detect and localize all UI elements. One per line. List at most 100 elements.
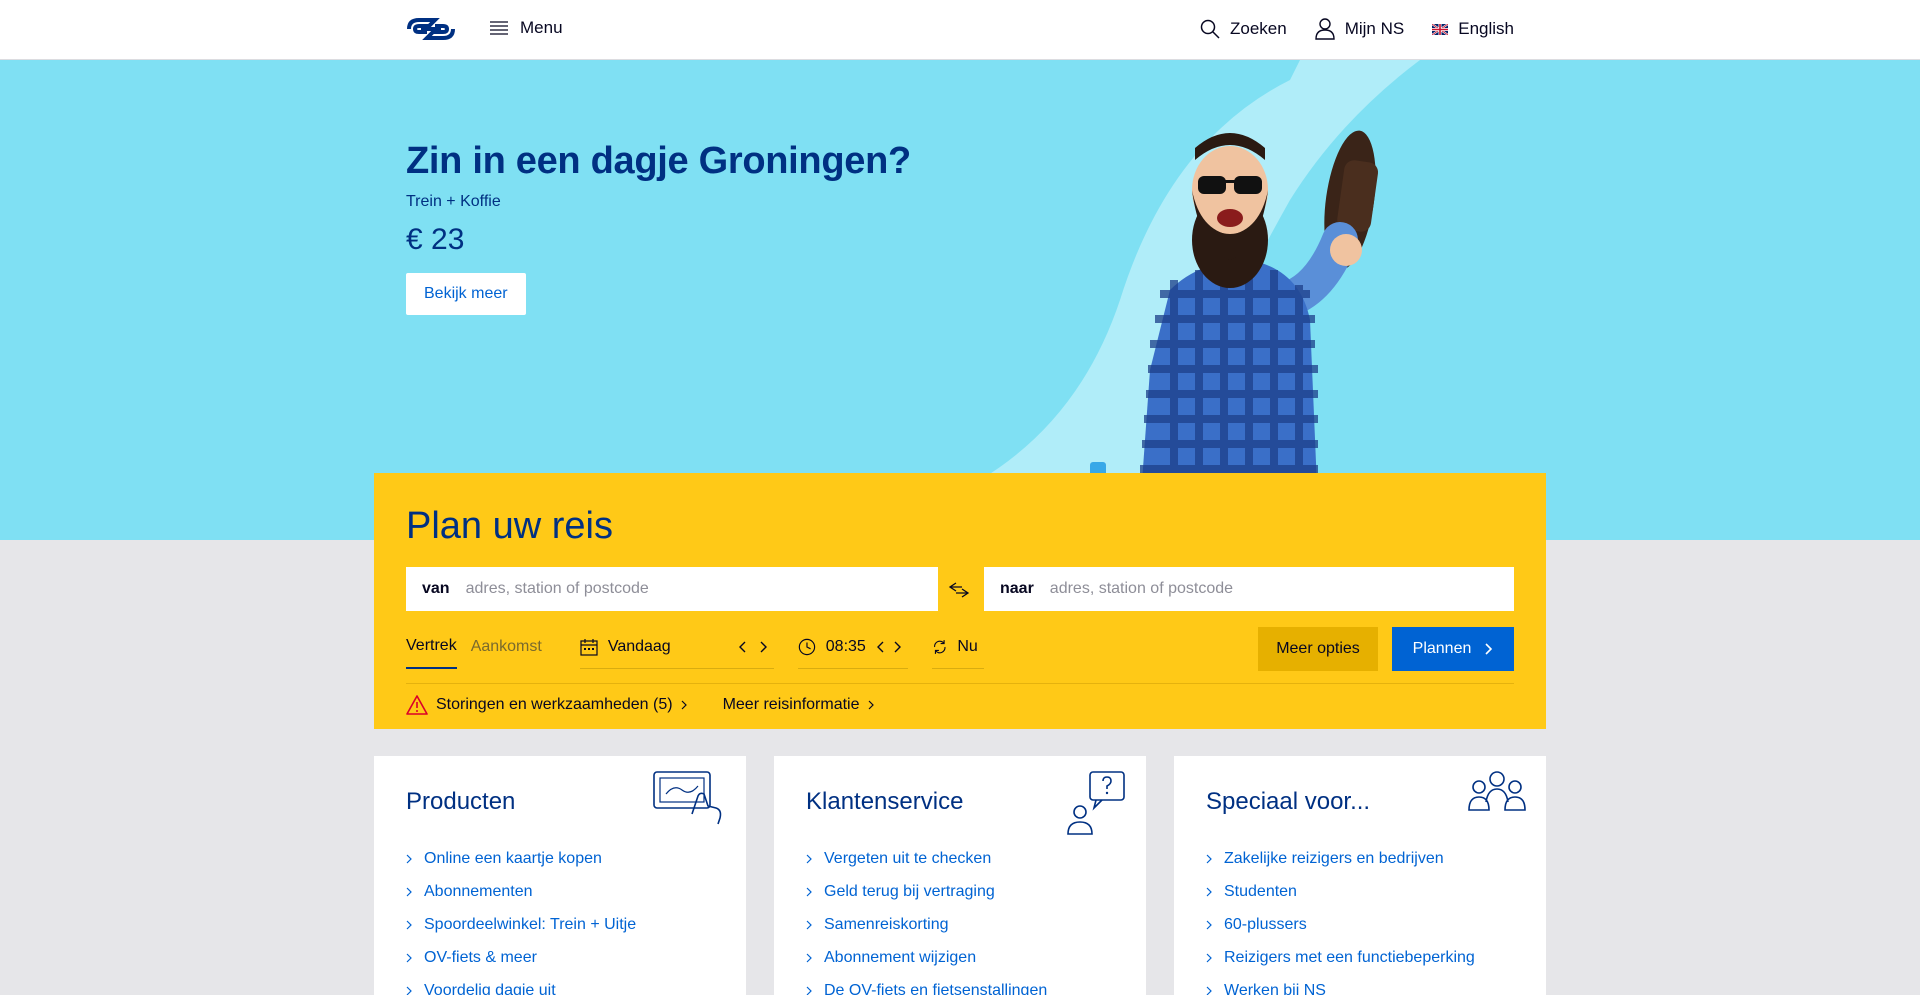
date-stepper — [737, 625, 774, 669]
language-label: English — [1458, 19, 1514, 38]
plan-button[interactable]: Plannen — [1392, 627, 1514, 671]
chevron-right-icon — [406, 854, 412, 863]
ns-logo[interactable] — [405, 16, 457, 42]
time-next-button[interactable] — [894, 641, 902, 653]
customer-service-list: Vergeten uit te checken Geld terug bij v… — [806, 842, 1047, 995]
journey-planner: Plan uw reis van naar Vertrek Aankomst V… — [374, 473, 1546, 729]
planner-divider — [406, 683, 1514, 684]
list-item[interactable]: Spoordeelwinkel: Trein + Uitje — [406, 908, 636, 941]
header-actions: Zoeken Mijn NS English — [1200, 18, 1514, 40]
list-item-label: Online een kaartje kopen — [424, 849, 602, 867]
calendar-icon — [580, 638, 598, 656]
list-item[interactable]: Abonnement wijzigen — [806, 941, 1047, 974]
hero-banner: Zin in een dagje Groningen? Trein + Koff… — [0, 60, 1920, 540]
chevron-right-icon — [1206, 986, 1212, 995]
list-item[interactable]: Zakelijke reizigers en bedrijven — [1206, 842, 1475, 875]
clock-icon — [798, 638, 816, 655]
list-item[interactable]: Werken bij NS — [1206, 974, 1475, 995]
to-field[interactable]: naar — [984, 567, 1514, 611]
tab-departure[interactable]: Vertrek — [406, 625, 457, 669]
warning-icon — [406, 695, 428, 715]
products-list: Online een kaartje kopen Abonnementen Sp… — [406, 842, 636, 995]
card-title: Producten — [406, 788, 516, 815]
chevron-right-icon — [1206, 887, 1212, 896]
from-field[interactable]: van — [406, 567, 938, 611]
user-icon — [1315, 18, 1335, 40]
card-products: Producten Online een kaartje kopen Abonn… — [374, 756, 746, 995]
list-item-label: Studenten — [1224, 882, 1297, 900]
list-item[interactable]: 60-plussers — [1206, 908, 1475, 941]
chevron-right-icon — [681, 700, 687, 710]
view-more-button[interactable]: Bekijk meer — [406, 273, 526, 315]
list-item-label: Zakelijke reizigers en bedrijven — [1224, 849, 1444, 867]
search-button[interactable]: Zoeken — [1200, 19, 1287, 39]
date-prev-button[interactable] — [738, 641, 746, 653]
time-selector[interactable]: 08:35 — [797, 625, 908, 669]
list-item[interactable]: OV-fiets & meer — [406, 941, 636, 974]
list-item[interactable]: Samenreiskorting — [806, 908, 1047, 941]
to-input[interactable] — [1049, 580, 1514, 598]
hero-subtitle: Trein + Koffie — [406, 193, 501, 210]
chevron-right-icon — [1206, 953, 1212, 962]
chevron-right-icon — [406, 887, 412, 896]
date-value: Vandaag — [607, 637, 671, 655]
disruptions-link[interactable]: Storingen en werkzaamheden (5) — [406, 695, 687, 715]
chevron-left-icon — [876, 641, 884, 652]
list-item-label: Spoordeelwinkel: Trein + Uitje — [424, 915, 637, 933]
swap-arrows-icon[interactable] — [948, 581, 970, 599]
search-label: Zoeken — [1230, 19, 1287, 38]
list-item-label: OV-fiets & meer — [424, 948, 537, 966]
chevron-right-icon — [868, 700, 874, 710]
list-item-label: Vergeten uit te checken — [824, 849, 992, 867]
list-item[interactable]: De OV-fiets en fietsenstallingen — [806, 974, 1047, 995]
my-ns-label: Mijn NS — [1344, 19, 1405, 38]
now-label: Nu — [957, 637, 978, 655]
ticket-hand-icon — [653, 771, 722, 825]
time-prev-button[interactable] — [876, 641, 884, 653]
planner-options: Vertrek Aankomst Vandaag 08:35 Nu — [406, 625, 984, 669]
list-item-label: 60-plussers — [1224, 915, 1307, 933]
plan-button-label: Plannen — [1412, 640, 1472, 657]
travel-info-link[interactable]: Meer reisinformatie — [723, 696, 874, 714]
menu-label: Menu — [520, 18, 563, 37]
list-item-label: Voordelig dagje uit — [424, 981, 556, 995]
chevron-right-icon — [806, 920, 812, 929]
uk-flag-icon — [1432, 23, 1449, 35]
list-item[interactable]: Geld terug bij vertraging — [806, 875, 1047, 908]
chevron-right-icon — [406, 920, 412, 929]
time-value: 08:35 — [825, 637, 866, 655]
list-item[interactable]: Studenten — [1206, 875, 1475, 908]
site-header: Menu Zoeken Mijn NS English — [0, 0, 1920, 60]
list-item[interactable]: Voordelig dagje uit — [406, 974, 636, 995]
list-item[interactable]: Reizigers met een functiebeperking — [1206, 941, 1475, 974]
tab-arrival[interactable]: Aankomst — [471, 626, 542, 668]
list-item[interactable]: Abonnementen — [406, 875, 636, 908]
date-next-button[interactable] — [760, 641, 768, 653]
chevron-right-icon — [806, 887, 812, 896]
language-switch[interactable]: English — [1432, 19, 1514, 39]
date-selector[interactable]: Vandaag — [579, 625, 738, 669]
chevron-right-icon — [760, 641, 767, 652]
chevron-right-icon — [1485, 643, 1493, 655]
card-title: Speciaal voor... — [1206, 788, 1371, 815]
list-item-label: De OV-fiets en fietsenstallingen — [824, 981, 1048, 995]
list-item-label: Reizigers met een functiebeperking — [1224, 948, 1475, 966]
chevron-right-icon — [406, 986, 412, 995]
list-item[interactable]: Vergeten uit te checken — [806, 842, 1047, 875]
list-item-label: Samenreiskorting — [824, 915, 949, 933]
special-for-list: Zakelijke reizigers en bedrijven Student… — [1206, 842, 1475, 995]
list-item[interactable]: Online een kaartje kopen — [406, 842, 636, 875]
question-person-icon — [1067, 771, 1125, 835]
chevron-right-icon — [806, 854, 812, 863]
card-title: Klantenservice — [806, 788, 964, 815]
more-options-button[interactable]: Meer opties — [1258, 627, 1378, 671]
from-input[interactable] — [465, 580, 938, 598]
chevron-right-icon — [894, 641, 901, 652]
my-ns-button[interactable]: Mijn NS — [1315, 18, 1405, 40]
chevron-right-icon — [1206, 920, 1212, 929]
search-icon — [1200, 19, 1220, 39]
now-button[interactable]: Nu — [931, 625, 984, 669]
chevron-right-icon — [806, 953, 812, 962]
planner-title: Plan uw reis — [406, 505, 613, 547]
menu-button[interactable]: Menu — [490, 18, 563, 38]
